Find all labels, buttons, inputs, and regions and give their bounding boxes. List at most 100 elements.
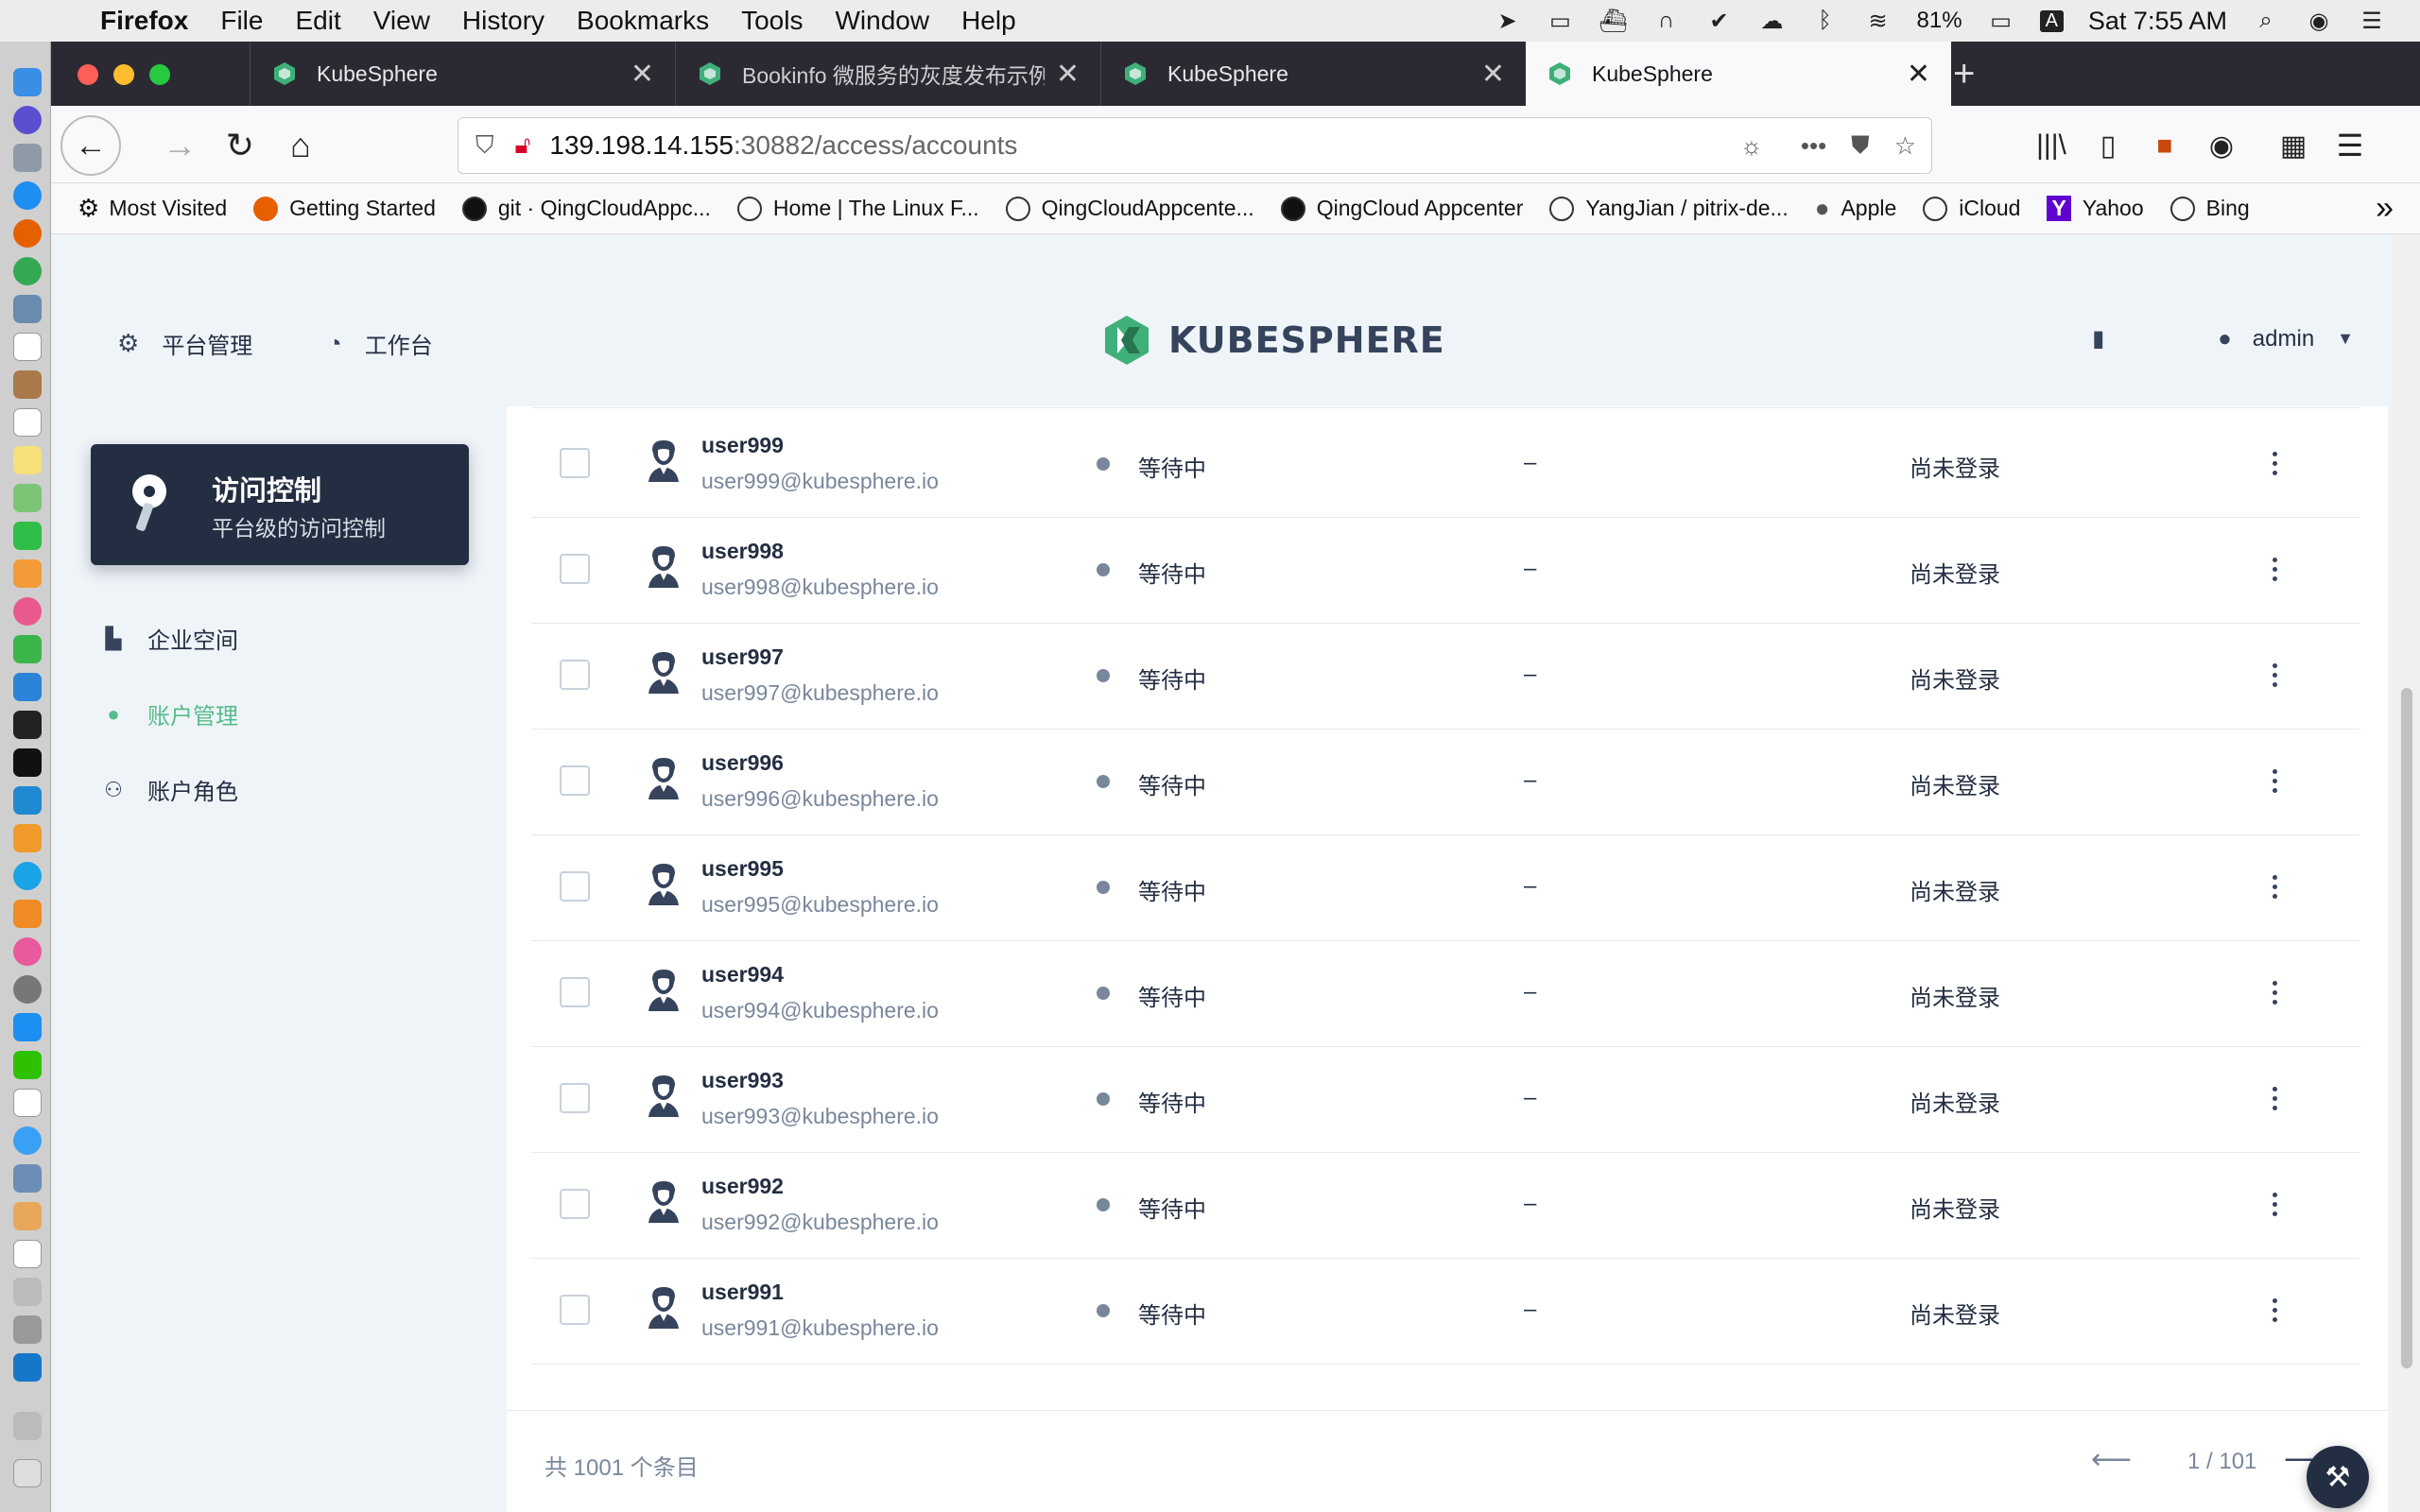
close-tab-icon[interactable]: ✕: [1907, 58, 1930, 91]
system-preferences-icon[interactable]: [13, 975, 42, 1004]
notes-brown-icon[interactable]: [13, 370, 42, 399]
siri-app-icon[interactable]: [13, 106, 42, 134]
pocket-icon[interactable]: ⛊: [1851, 130, 1870, 161]
maps-icon[interactable]: [13, 484, 42, 512]
new-tab-button[interactable]: +: [1953, 53, 1975, 95]
bookmark-getting-started[interactable]: Getting Started: [253, 196, 436, 221]
row-more-icon[interactable]: [2261, 1185, 2288, 1223]
pages-icon[interactable]: [13, 559, 42, 588]
username[interactable]: user997: [701, 644, 784, 670]
username[interactable]: user994: [701, 962, 784, 988]
downloads-folder-icon[interactable]: [13, 1412, 42, 1440]
bookmark-icloud[interactable]: iCloud: [1923, 196, 2020, 221]
row-checkbox[interactable]: [560, 1083, 590, 1113]
row-checkbox[interactable]: [560, 977, 590, 1007]
tools-icon[interactable]: [13, 1315, 42, 1344]
wd-drive-icon[interactable]: ▭: [1547, 8, 1575, 34]
row-more-icon[interactable]: [2261, 656, 2288, 694]
row-more-icon[interactable]: [2261, 868, 2288, 905]
shield-icon[interactable]: ⛉: [475, 130, 494, 161]
tab-kubesphere-active[interactable]: KubeSphere ✕: [1526, 42, 1951, 106]
tab-kubesphere-1[interactable]: KubeSphere ✕: [250, 42, 675, 106]
bookmark-git-qingcloud[interactable]: git · QingCloudAppc...: [461, 196, 711, 221]
username[interactable]: user999: [701, 433, 784, 458]
sidebar-item-account-roles[interactable]: ⚇ 账户角色: [96, 773, 238, 806]
skype-icon[interactable]: [13, 862, 42, 890]
photos-icon[interactable]: [13, 597, 42, 626]
sublime-icon[interactable]: [13, 824, 42, 852]
wechat-app-icon[interactable]: [13, 1051, 42, 1079]
hamburger-menu-icon[interactable]: ☰: [2325, 121, 2375, 170]
row-more-icon[interactable]: [2261, 973, 2288, 1011]
extensions-puzzle-icon[interactable]: ▦: [2269, 121, 2318, 170]
spotlight-search-icon[interactable]: ⌕: [2252, 8, 2280, 34]
utility-icon[interactable]: [13, 1278, 42, 1306]
username[interactable]: user991: [701, 1280, 784, 1305]
menu-file[interactable]: File: [220, 6, 263, 36]
bookmark-linux-foundation[interactable]: Home | The Linux F...: [736, 196, 979, 221]
trash-icon[interactable]: [13, 1459, 42, 1487]
notes-icon[interactable]: [13, 446, 42, 474]
row-more-icon[interactable]: [2261, 1291, 2288, 1329]
reload-button[interactable]: ↻: [216, 121, 265, 170]
back-button[interactable]: ←: [60, 115, 121, 176]
xcode-icon[interactable]: [13, 1353, 42, 1382]
username[interactable]: user996: [701, 750, 784, 776]
username[interactable]: user998: [701, 539, 784, 564]
calendar-icon[interactable]: [13, 333, 42, 361]
input-source[interactable]: A: [2039, 9, 2064, 32]
keynote-icon[interactable]: [13, 673, 42, 701]
extension-icon[interactable]: ■: [2140, 121, 2189, 170]
clock[interactable]: Sat 7:55 AM: [2088, 7, 2227, 36]
sidebar-toggle-icon[interactable]: ▯: [2083, 121, 2133, 170]
sidebar-item-workspaces[interactable]: ▙ 企业空间: [96, 622, 238, 655]
row-more-icon[interactable]: [2261, 762, 2288, 799]
library-icon[interactable]: |||\: [2027, 121, 2076, 170]
launchpad-icon[interactable]: [13, 144, 42, 172]
bookmark-yangjian[interactable]: YangJian / pitrix-de...: [1549, 196, 1789, 221]
close-tab-icon[interactable]: ✕: [1481, 58, 1505, 91]
username[interactable]: user992: [701, 1174, 784, 1199]
menu-history[interactable]: History: [462, 6, 544, 36]
wifi-icon[interactable]: ≋: [1864, 8, 1893, 34]
textedit-icon[interactable]: [13, 408, 42, 437]
minimize-window-button[interactable]: [113, 64, 134, 85]
prev-page-icon[interactable]: ⟵: [2091, 1443, 2132, 1476]
app-store-icon[interactable]: [13, 1013, 42, 1041]
username[interactable]: user993: [701, 1068, 784, 1093]
bookmarks-overflow-icon[interactable]: »: [2376, 190, 2394, 227]
bookmark-star-icon[interactable]: ☆: [1894, 131, 1916, 161]
bookmark-bing[interactable]: Bing: [2169, 196, 2250, 221]
tab-bookinfo[interactable]: Bookinfo 微服务的灰度发布示例 | ✕: [675, 42, 1100, 106]
battery-icon[interactable]: ▭: [1987, 8, 2015, 34]
url-bar[interactable]: ⛉ 🔓︎ 139.198.14.155 :30882/access/accoun…: [458, 117, 1932, 174]
workbench-link[interactable]: ◔ 工作台: [327, 327, 433, 360]
iterm-icon[interactable]: [13, 748, 42, 777]
bookmark-apple[interactable]: ● Apple: [1815, 194, 1897, 223]
toolbox-button[interactable]: ⚒: [2307, 1446, 2369, 1508]
zoom-window-button[interactable]: [149, 64, 170, 85]
scrollbar-thumb[interactable]: [2401, 688, 2412, 1368]
bookmark-yahoo[interactable]: Y Yahoo: [2047, 196, 2144, 221]
check-circle-icon[interactable]: ✔: [1705, 8, 1734, 34]
close-window-button[interactable]: [78, 64, 98, 85]
menu-help[interactable]: Help: [961, 6, 1016, 36]
menu-view[interactable]: View: [373, 6, 430, 36]
insecure-lock-icon[interactable]: 🔓︎: [515, 130, 531, 161]
bookmark-most-visited[interactable]: ⚙ Most Visited: [78, 194, 227, 223]
row-checkbox[interactable]: [560, 1295, 590, 1325]
row-checkbox[interactable]: [560, 448, 590, 478]
croissant-icon[interactable]: [13, 1202, 42, 1230]
menu-tools[interactable]: Tools: [741, 6, 803, 36]
menu-edit[interactable]: Edit: [295, 6, 340, 36]
chrome-icon[interactable]: [13, 257, 42, 285]
document-icon[interactable]: [13, 1240, 42, 1268]
messages-icon[interactable]: [13, 1126, 42, 1155]
home-button[interactable]: ⌂: [276, 121, 325, 170]
close-tab-icon[interactable]: ✕: [1056, 58, 1080, 91]
safari-icon[interactable]: [13, 181, 42, 210]
preview-icon[interactable]: [13, 295, 42, 323]
row-checkbox[interactable]: [560, 765, 590, 796]
row-checkbox[interactable]: [560, 660, 590, 690]
send-icon[interactable]: ➤: [1494, 8, 1522, 34]
